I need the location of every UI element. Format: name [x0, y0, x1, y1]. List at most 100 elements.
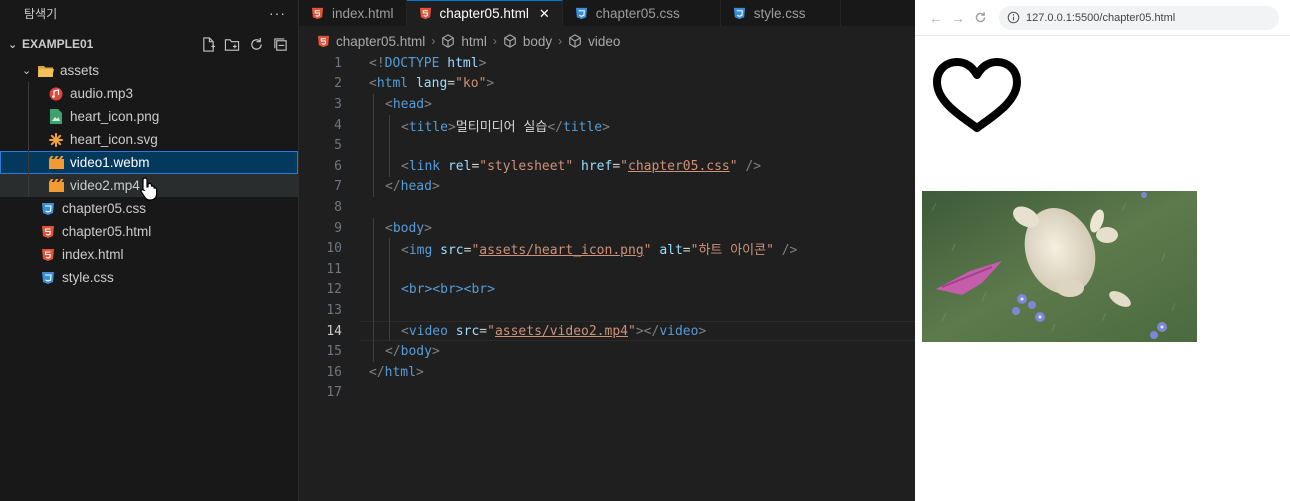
breadcrumb-item[interactable]: html — [461, 34, 487, 49]
tree-file-style-css[interactable]: style.css — [0, 266, 298, 289]
image-file-icon — [48, 109, 64, 125]
code-line: 2 <html lang="ko"> — [299, 74, 915, 95]
tree-item-label: chapter05.html — [62, 224, 152, 239]
code-line: 9 <body> — [299, 217, 915, 239]
tree-item-label: style.css — [62, 270, 114, 285]
tab-label: index.html — [332, 5, 394, 21]
tab-index-html[interactable]: index.html — [299, 0, 407, 26]
audio-file-icon — [48, 86, 64, 102]
code-line: 15 </body> — [299, 341, 915, 362]
svg-file-icon — [48, 132, 64, 148]
element-icon — [568, 34, 582, 48]
line-number: 5 — [334, 138, 342, 154]
close-tab-icon[interactable]: ✕ — [539, 6, 550, 22]
tree-file-heart-svg[interactable]: heart_icon.svg — [0, 128, 298, 151]
code-line-current: 14 <video src="assets/video2.mp4"></vide… — [299, 320, 915, 342]
collapse-all-icon[interactable] — [272, 36, 288, 52]
breadcrumb-item[interactable]: chapter05.html — [336, 34, 425, 49]
code-line: 4 <title>멀티미디어 실습</title> — [299, 114, 915, 136]
breadcrumb-item[interactable]: body — [523, 34, 552, 49]
code-line: 1 <!DOCTYPE html> — [299, 53, 915, 74]
new-folder-icon[interactable] — [224, 36, 240, 52]
tree-file-chapter05-html[interactable]: chapter05.html — [0, 220, 298, 243]
tree-item-label: heart_icon.svg — [70, 132, 158, 147]
heart-image — [933, 58, 1021, 132]
url-text: 127.0.0.1:5500/chapter05.html — [1026, 11, 1176, 24]
line-number: 4 — [334, 117, 342, 133]
editor-tabs: index.html chapter05.html ✕ chapter05.cs… — [299, 0, 915, 26]
browser-preview: ← → 127.0.0.1:5500/chapter05.html — [915, 0, 1290, 501]
line-number: 12 — [326, 282, 342, 298]
html-file-icon — [311, 7, 324, 20]
tab-label: style.css — [753, 5, 806, 21]
breadcrumb-item[interactable]: video — [588, 34, 620, 49]
tree-folder-assets[interactable]: ⌄ assets — [0, 59, 298, 82]
address-bar[interactable]: 127.0.0.1:5500/chapter05.html — [999, 5, 1279, 30]
line-number: 17 — [326, 385, 342, 401]
workspace-root[interactable]: ⌄ EXAMPLE01 — [0, 29, 298, 59]
tree-file-video1[interactable]: video1.webm — [0, 151, 298, 174]
line-number: 7 — [334, 179, 342, 195]
tree-file-audio[interactable]: audio.mp3 — [0, 82, 298, 105]
tab-chapter05-html[interactable]: chapter05.html ✕ — [406, 0, 563, 26]
video-file-icon — [48, 155, 64, 171]
tree-item-label: chapter05.css — [62, 201, 147, 216]
element-icon — [503, 34, 517, 48]
tree-file-heart-png[interactable]: heart_icon.png — [0, 105, 298, 128]
code-line: 13 — [299, 300, 915, 321]
chevron-right-icon: › — [492, 34, 497, 48]
line-number: 16 — [326, 364, 342, 380]
line-number: 14 — [326, 323, 342, 339]
code-line: 16 </html> — [299, 362, 915, 383]
html-file-icon — [317, 35, 330, 48]
chevron-right-icon: › — [558, 34, 563, 48]
tab-chapter05-css[interactable]: chapter05.css — [563, 0, 721, 26]
tree-item-label: index.html — [62, 247, 124, 262]
line-number: 8 — [334, 199, 342, 215]
hand-cursor-icon — [140, 177, 158, 201]
html-file-icon — [40, 224, 56, 240]
line-number: 10 — [326, 241, 342, 257]
site-info-icon[interactable] — [1007, 11, 1020, 24]
new-file-icon[interactable] — [200, 36, 216, 52]
code-line: 17 — [299, 383, 915, 404]
workspace-root-label: EXAMPLE01 — [22, 37, 94, 51]
code-area[interactable]: 1 <!DOCTYPE html> 2 <html lang="ko"> 3 <… — [299, 53, 915, 403]
video-player[interactable] — [922, 191, 1197, 342]
code-line: 7 </head> — [299, 176, 915, 198]
tree-item-label: assets — [60, 63, 100, 78]
css-file-icon — [40, 270, 56, 286]
tree-file-index-html[interactable]: index.html — [0, 243, 298, 266]
back-arrow-icon[interactable]: ← — [925, 7, 947, 29]
html-file-icon — [419, 7, 432, 20]
line-number: 3 — [334, 96, 342, 112]
html-file-icon — [40, 247, 56, 263]
explorer-actions — [200, 36, 298, 52]
tab-label: chapter05.html — [439, 6, 529, 21]
tree-item-label: video2.mp4 — [70, 178, 140, 193]
reload-icon[interactable] — [969, 7, 991, 29]
code-editor: index.html chapter05.html ✕ chapter05.cs… — [299, 0, 915, 501]
folder-open-icon — [38, 63, 54, 79]
line-number: 11 — [326, 261, 342, 277]
tree-item-label: audio.mp3 — [70, 86, 134, 101]
line-number: 6 — [334, 158, 342, 174]
forward-arrow-icon[interactable]: → — [947, 7, 969, 29]
tab-label: chapter05.css — [595, 5, 680, 21]
explorer-title: 탐색기 — [24, 6, 58, 21]
tab-style-css[interactable]: style.css — [721, 0, 841, 26]
code-line: 12 <br><br><br> — [299, 279, 915, 301]
line-number: 2 — [334, 76, 342, 92]
chevron-down-icon: ⌄ — [8, 38, 18, 51]
chevron-down-icon: ⌄ — [22, 65, 32, 77]
code-line: 6 <link rel="stylesheet" href="chapter05… — [299, 155, 915, 177]
line-number: 13 — [326, 302, 342, 318]
code-line: 11 — [299, 258, 915, 280]
video-file-icon — [48, 178, 64, 194]
css-file-icon — [733, 7, 746, 20]
more-actions-button[interactable]: ··· — [269, 5, 286, 21]
explorer-header: 탐색기 ··· — [0, 0, 298, 26]
line-number: 9 — [334, 220, 342, 236]
refresh-icon[interactable] — [248, 36, 264, 52]
chevron-right-icon: › — [431, 34, 436, 48]
